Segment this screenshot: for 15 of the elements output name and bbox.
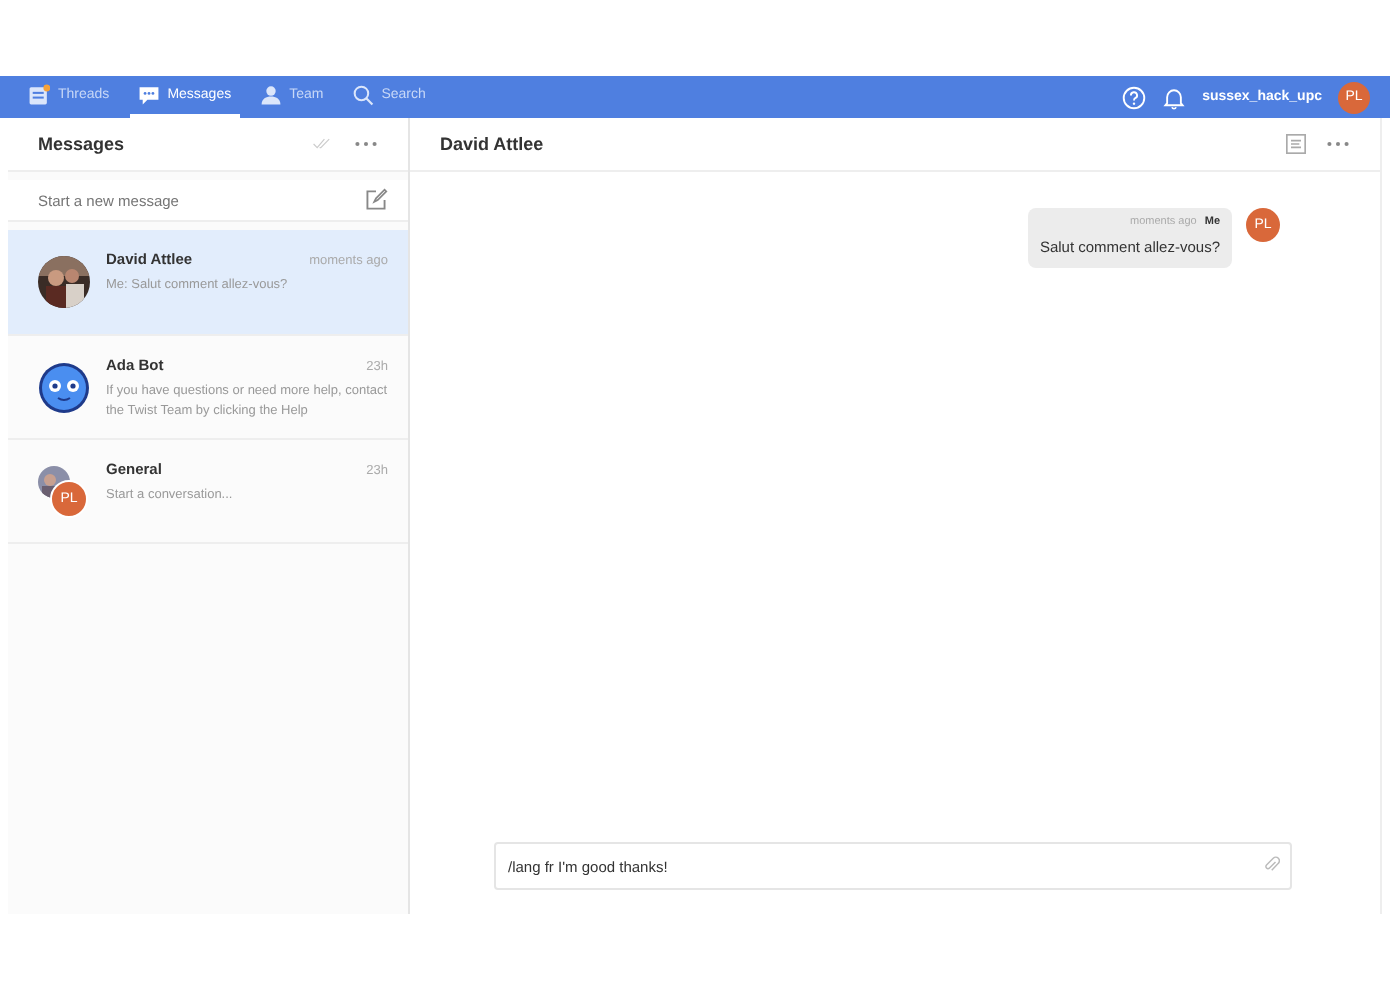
help-icon[interactable] [1122,85,1147,109]
person-icon [259,84,282,106]
more-icon[interactable] [354,138,378,150]
list-icon [28,84,50,106]
robot-face-icon [38,362,90,414]
document-icon[interactable] [1286,134,1306,154]
more-icon[interactable] [1326,138,1350,150]
paperclip-icon[interactable] [1262,856,1280,874]
double-check-icon[interactable] [310,138,334,150]
panel-title: Messages [38,134,127,154]
search-icon [351,84,374,106]
bell-icon[interactable] [1162,85,1187,109]
chat-icon [137,84,160,106]
chat-title: David Attlee [440,134,546,154]
compose-icon[interactable] [364,188,388,212]
